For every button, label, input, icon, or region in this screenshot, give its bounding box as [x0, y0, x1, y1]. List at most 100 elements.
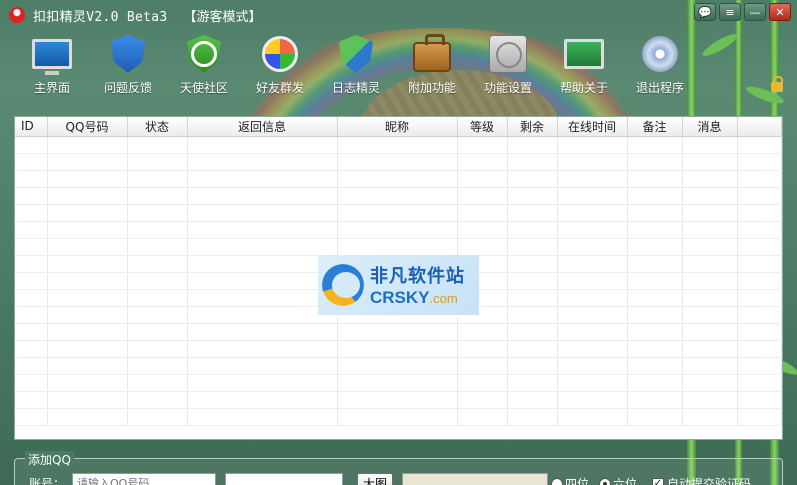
minimize-button[interactable]: — — [744, 3, 766, 21]
table-cell — [737, 221, 782, 239]
table-cell — [627, 374, 683, 392]
table-cell — [627, 272, 683, 290]
radio-four-digit[interactable] — [551, 477, 563, 485]
table-cell — [557, 272, 628, 290]
table-row[interactable] — [15, 187, 782, 205]
toolbar-item-feedback[interactable]: 问题反馈 — [90, 34, 166, 96]
table-cell — [627, 153, 683, 171]
column-header-qq[interactable]: QQ号码 — [47, 117, 128, 137]
table-cell — [557, 391, 628, 409]
table-cell — [507, 323, 558, 341]
table-cell — [47, 374, 128, 392]
column-header-return-info[interactable]: 返回信息 — [187, 117, 338, 137]
table-cell — [557, 340, 628, 358]
table-cell — [457, 136, 508, 154]
table-row[interactable] — [15, 136, 782, 154]
toolbar-item-main[interactable]: 主界面 — [14, 34, 90, 96]
table-cell — [127, 238, 188, 256]
table-cell — [627, 340, 683, 358]
table-cell — [737, 323, 782, 341]
qq-list-table[interactable]: ID QQ号码 状态 返回信息 昵称 等级 剩余 在线时间 备注 消息 非凡软件… — [14, 116, 783, 440]
toolbar-item-addons[interactable]: 附加功能 — [394, 34, 470, 96]
table-cell — [47, 204, 128, 222]
column-header-remark[interactable]: 备注 — [627, 117, 683, 137]
table-cell — [127, 153, 188, 171]
column-header-id[interactable]: ID — [15, 117, 48, 137]
table-row[interactable] — [15, 323, 782, 341]
table-row[interactable] — [15, 374, 782, 392]
table-cell — [127, 289, 188, 307]
table-cell — [337, 323, 458, 341]
table-cell — [187, 323, 338, 341]
column-header-level[interactable]: 等级 — [457, 117, 508, 137]
table-cell — [127, 136, 188, 154]
column-header-nickname[interactable]: 昵称 — [337, 117, 458, 137]
table-cell — [187, 408, 338, 426]
table-cell — [557, 170, 628, 188]
column-header-message[interactable]: 消息 — [682, 117, 738, 137]
table-cell — [682, 187, 738, 205]
table-cell — [627, 289, 683, 307]
table-cell — [682, 272, 738, 290]
close-button[interactable]: ✕ — [769, 3, 791, 21]
table-row[interactable] — [15, 340, 782, 358]
table-cell — [457, 374, 508, 392]
table-cell — [127, 187, 188, 205]
table-cell — [337, 187, 458, 205]
table-cell — [557, 306, 628, 324]
toolbar-item-community[interactable]: 天使社区 — [166, 34, 242, 96]
watermark-en-suffix: .com — [429, 291, 458, 306]
title-bar[interactable]: 扣扣精灵V2.0 Beta3 【游客模式】 💬 ≡ — ✕ — [0, 0, 797, 30]
table-cell — [737, 153, 782, 171]
radio-six-digit[interactable] — [599, 477, 612, 485]
table-cell — [127, 221, 188, 239]
table-cell — [507, 153, 558, 171]
auto-submit-checkbox[interactable]: ✓ — [652, 477, 664, 485]
column-header-online-time[interactable]: 在线时间 — [557, 117, 628, 137]
watermark-en-main: CRSKY — [370, 288, 430, 307]
table-cell — [737, 306, 782, 324]
table-row[interactable] — [15, 238, 782, 256]
table-cell — [47, 357, 128, 375]
table-cell — [627, 238, 683, 256]
table-cell — [187, 340, 338, 358]
toolbar-item-log[interactable]: 日志精灵 — [318, 34, 394, 96]
table-cell — [507, 272, 558, 290]
account-input[interactable] — [72, 473, 216, 485]
table-cell — [627, 357, 683, 375]
menu-button[interactable]: ≡ — [719, 3, 741, 21]
password-input[interactable] — [225, 473, 343, 485]
big-image-button[interactable]: 大图 — [357, 473, 393, 485]
table-cell — [127, 255, 188, 273]
lock-icon[interactable] — [771, 76, 783, 92]
table-row[interactable] — [15, 357, 782, 375]
table-cell — [15, 323, 48, 341]
skin-button[interactable]: 💬 — [694, 3, 716, 21]
table-row[interactable] — [15, 221, 782, 239]
toolbar-item-help[interactable]: 帮助关于 — [546, 34, 622, 96]
table-row[interactable] — [15, 170, 782, 188]
radio-four-label: 四位 — [565, 477, 590, 485]
table-cell — [507, 170, 558, 188]
add-qq-group-title: 添加QQ — [25, 451, 74, 468]
table-cell — [682, 255, 738, 273]
table-row[interactable] — [15, 153, 782, 171]
table-cell — [47, 238, 128, 256]
column-header-status[interactable]: 状态 — [127, 117, 188, 137]
toolbar-item-exit[interactable]: 退出程序 — [622, 34, 698, 96]
table-cell — [337, 357, 458, 375]
table-cell — [682, 391, 738, 409]
table-cell — [737, 408, 782, 426]
column-header-remaining[interactable]: 剩余 — [507, 117, 558, 137]
globe-refresh-icon — [262, 36, 298, 72]
window-controls: 💬 ≡ — ✕ — [694, 3, 791, 21]
toolbar-item-settings[interactable]: 功能设置 — [470, 34, 546, 96]
toolbar-item-broadcast[interactable]: 好友群发 — [242, 34, 318, 96]
table-cell — [627, 391, 683, 409]
table-row[interactable] — [15, 391, 782, 409]
table-cell — [15, 238, 48, 256]
table-cell — [187, 170, 338, 188]
table-row[interactable] — [15, 408, 782, 426]
table-cell — [187, 221, 338, 239]
table-row[interactable] — [15, 204, 782, 222]
